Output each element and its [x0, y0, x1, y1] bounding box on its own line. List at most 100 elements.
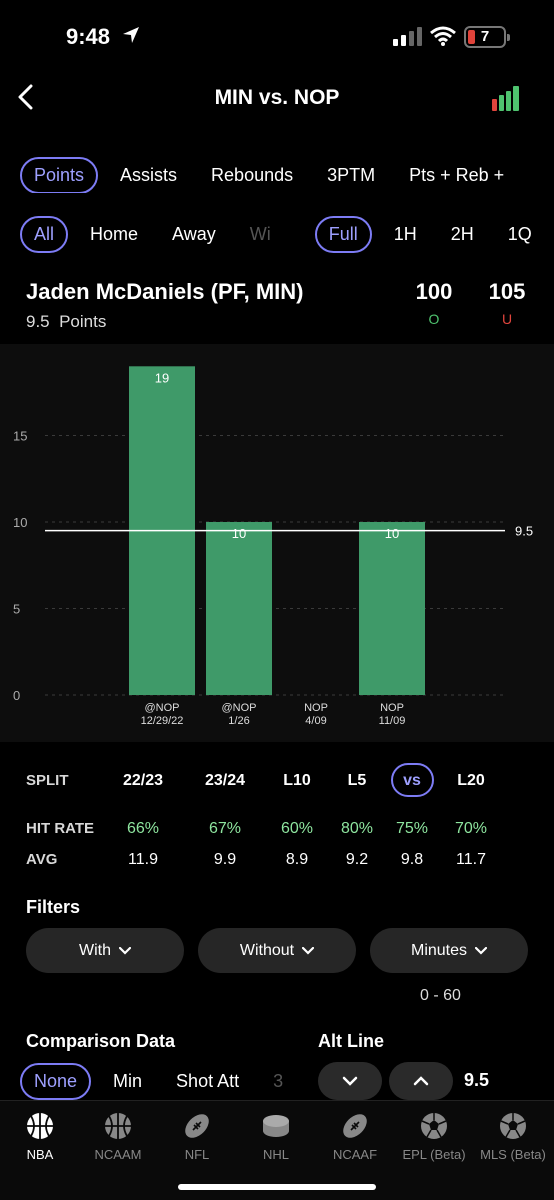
split-col-vs[interactable]: vs [382, 763, 442, 799]
cellular-signal-icon [393, 27, 422, 46]
x-tick-label: NOP [380, 702, 404, 714]
tab-1q[interactable]: 1Q [496, 218, 544, 251]
tab-wins[interactable]: Wi [238, 218, 283, 251]
x-tick-label: @NOP [144, 702, 179, 714]
alt-line-heading: Alt Line [318, 1031, 384, 1051]
avg-value: 9.8 [400, 851, 424, 868]
nav-nhl[interactable]: NHL [236, 1111, 316, 1162]
hockey-puck-icon [263, 1115, 289, 1137]
over-odds[interactable]: 100 O [404, 279, 464, 327]
comparison-tab-min[interactable]: Min [101, 1065, 154, 1098]
nav-label: NFL [184, 1147, 210, 1162]
avg-row: AVG 11.9 9.9 8.9 9.2 9.8 11.7 [0, 842, 554, 878]
x-tick-label: 12/29/22 [141, 715, 184, 727]
avg-value: 9.2 [345, 851, 369, 868]
alt-line-increase-button[interactable] [389, 1062, 453, 1100]
stat-tabs: Points Assists Rebounds 3PTM Pts + Reb + [0, 157, 554, 193]
comparison-tab-shot-att[interactable]: Shot Att [164, 1065, 251, 1098]
game-log-chart: 0 5 10 15 19 @NOP 12/29/22 10 @NOP 1/26 NOP 4/09 10 N… [0, 344, 554, 742]
y-tick-label: 15 [13, 429, 27, 444]
prop-line-value: 9.5 [26, 312, 50, 331]
nav-nfl[interactable]: NFL [157, 1111, 237, 1162]
comparison-tab-none[interactable]: None [20, 1062, 92, 1100]
nav-label: NBA [26, 1147, 54, 1162]
status-bar: 9:48 7 [0, 0, 554, 70]
basketball-icon [105, 1113, 131, 1139]
nav-epl[interactable]: EPL (Beta) [394, 1111, 474, 1162]
bar-value-label: 19 [155, 370, 169, 385]
home-indicator [178, 1184, 376, 1190]
comparison-heading: Comparison Data [26, 1031, 176, 1051]
split-col-l20[interactable]: L20 [441, 763, 501, 799]
prop-line-stat: Points [59, 312, 107, 331]
nav-label: NCAAF [332, 1147, 378, 1162]
over-label: O [428, 311, 440, 327]
alt-line-decrease-button[interactable] [318, 1062, 382, 1100]
nav-label: NCAAM [94, 1147, 142, 1162]
football-icon [343, 1114, 367, 1138]
tab-pts-reb[interactable]: Pts + Reb + [397, 159, 516, 192]
tab-assists[interactable]: Assists [108, 159, 189, 192]
nav-mls[interactable]: MLS (Beta) [473, 1111, 553, 1162]
bar-value-label: 10 [232, 526, 246, 541]
bar-chart-icon[interactable] [492, 85, 520, 111]
tab-away[interactable]: Away [160, 218, 228, 251]
tab-2h[interactable]: 2H [439, 218, 486, 251]
split-col-2223[interactable]: 22/23 [113, 763, 173, 799]
over-value: 100 [415, 279, 453, 304]
with-filter-button[interactable]: With [26, 928, 184, 973]
y-tick-label: 10 [13, 515, 27, 530]
soccer-ball-icon [500, 1113, 526, 1139]
without-filter-label: Without [239, 941, 295, 959]
under-label: U [501, 311, 513, 327]
nav-label: MLS (Beta) [480, 1147, 546, 1162]
avg-value: 9.9 [213, 851, 237, 868]
y-tick-label: 0 [13, 688, 20, 703]
tab-3ptm[interactable]: 3PTM [315, 159, 387, 192]
bar [206, 522, 272, 695]
x-tick-label: 11/09 [379, 715, 406, 727]
chevron-down-icon [302, 946, 315, 955]
under-odds[interactable]: 105 U [477, 279, 537, 327]
minutes-range: 0 - 60 [420, 987, 461, 1004]
tab-rebounds[interactable]: Rebounds [199, 159, 305, 192]
bar [359, 522, 425, 695]
split-header-row: SPLIT 22/23 23/24 L10 L5 vs L20 [0, 763, 554, 799]
football-icon [185, 1114, 209, 1138]
comparison-tab-more[interactable]: 3 [261, 1065, 295, 1098]
wifi-icon [430, 26, 456, 46]
bar-chart: 05101519@NOP12/29/2210@NOP1/26NOP4/0910N… [13, 366, 533, 727]
avg-value: 11.9 [128, 851, 158, 868]
x-tick-label: 1/26 [228, 715, 249, 727]
split-col-l10[interactable]: L10 [267, 763, 327, 799]
tab-home[interactable]: Home [78, 218, 150, 251]
nav-ncaaf[interactable]: NCAAF [315, 1111, 395, 1162]
tab-all[interactable]: All [20, 215, 69, 253]
soccer-ball-icon [421, 1113, 447, 1139]
avg-value: 11.7 [456, 851, 486, 868]
status-time: 9:48 [66, 24, 111, 49]
minutes-filter-label: Minutes [410, 941, 468, 959]
x-tick-label: @NOP [221, 702, 256, 714]
battery-icon: 7 [464, 26, 510, 48]
x-tick-label: NOP [304, 702, 328, 714]
y-tick-label: 5 [13, 602, 20, 617]
avg-label: AVG [26, 851, 58, 868]
chevron-down-icon [475, 946, 488, 955]
alt-line-value: 9.5 [464, 1070, 490, 1090]
split-col-l5[interactable]: L5 [327, 763, 387, 799]
page-title: MIN vs. NOP [214, 86, 340, 109]
without-filter-button[interactable]: Without [198, 928, 356, 973]
tab-points[interactable]: Points [20, 157, 99, 193]
nav-ncaam[interactable]: NCAAM [78, 1111, 158, 1162]
tab-1h[interactable]: 1H [382, 218, 429, 251]
bar-value-label: 10 [385, 526, 399, 541]
filters-heading: Filters [26, 897, 81, 917]
location-arrow-icon [123, 27, 139, 43]
minutes-filter-button[interactable]: Minutes [370, 928, 528, 973]
split-label: SPLIT [26, 772, 69, 789]
tab-full[interactable]: Full [314, 215, 372, 253]
split-col-2324[interactable]: 23/24 [195, 763, 255, 799]
nav-nba[interactable]: NBA [0, 1111, 80, 1162]
player-name: Jaden McDaniels (PF, MIN) [26, 279, 304, 304]
